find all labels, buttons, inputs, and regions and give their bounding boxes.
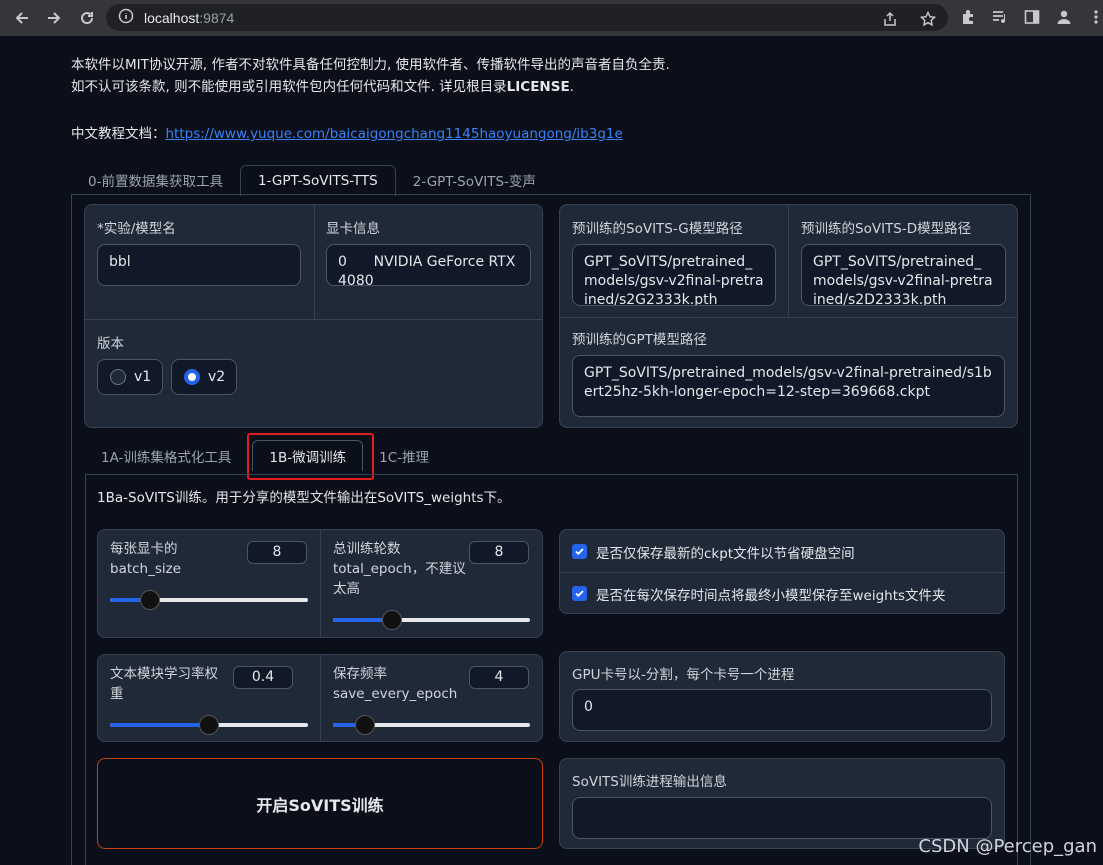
back-icon[interactable] xyxy=(11,7,33,29)
pretrained-d-input[interactable]: GPT_SoVITS/pretrained_models/gsv-v2final… xyxy=(801,244,1006,306)
gpu-ids-box: GPU卡号以-分割，每个卡号一个进程 0 xyxy=(559,651,1005,742)
pretrained-gpt-input[interactable]: GPT_SoVITS/pretrained_models/gsv-v2final… xyxy=(572,355,1005,417)
browser-toolbar: localhost:9874 xyxy=(0,0,1103,36)
side-panel-icon[interactable] xyxy=(1022,7,1042,27)
slider-thumb[interactable] xyxy=(355,715,375,735)
version-label: 版本 xyxy=(97,336,124,352)
reload-icon[interactable] xyxy=(76,7,98,29)
tab-dataset-tools[interactable]: 0-前置数据集获取工具 xyxy=(71,164,240,195)
version-v2-label: v2 xyxy=(208,369,226,385)
gpu-info-label: 显卡信息 xyxy=(326,221,380,237)
radio-circle-icon xyxy=(110,369,126,385)
gpu-ids-label: GPU卡号以-分割，每个卡号一个进程 xyxy=(572,667,795,683)
exp-name-input[interactable]: bbl xyxy=(97,244,301,286)
info-icon[interactable] xyxy=(118,8,134,28)
menu-kebab-icon[interactable] xyxy=(1086,7,1103,27)
save-options-box: 是否仅保存最新的ckpt文件以节省硬盘空间 是否在每次保存时间点将最终小模型保存… xyxy=(559,529,1005,614)
doc-line: 中文教程文档：https://www.yuque.com/baicaigongc… xyxy=(71,122,623,142)
license-line-1: 本软件以MIT协议开源, 作者不对软件具备任何控制力, 使用软件者、传播软件导出… xyxy=(71,57,670,73)
doc-label: 中文教程文档： xyxy=(71,126,166,142)
text-lr-weight-label: 文本模块学习率权 重 xyxy=(110,666,218,702)
tab-dataset-formatting[interactable]: 1A-训练集格式化工具 xyxy=(85,440,247,471)
page-content: 本软件以MIT协议开源, 作者不对软件具备任何控制力, 使用软件者、传播软件导出… xyxy=(0,36,1103,865)
exp-name-label: *实验/模型名 xyxy=(97,221,176,237)
total-epoch-slider[interactable] xyxy=(333,610,530,630)
save-weights-label[interactable]: 是否在每次保存时间点将最终小模型保存至weights文件夹 xyxy=(596,584,946,604)
license-bold: LICENSE xyxy=(506,79,570,95)
bookmark-star-icon[interactable] xyxy=(918,9,938,29)
pretrained-gpt-label: 预训练的GPT模型路径 xyxy=(572,332,707,348)
radio-checked-icon xyxy=(184,369,200,385)
license-line-2-suffix: . xyxy=(569,79,574,95)
media-queue-icon[interactable] xyxy=(990,7,1010,27)
version-v1-label: v1 xyxy=(134,369,152,385)
sovits-output-textbox[interactable] xyxy=(572,797,992,839)
profile-icon[interactable] xyxy=(1054,7,1074,27)
total-epoch-label: 总训练轮数 total_epoch，不建议 太高 xyxy=(333,541,466,597)
main-tabs: 0-前置数据集获取工具 1-GPT-SoVITS-TTS 2-GPT-SoVIT… xyxy=(71,164,553,196)
slider-thumb[interactable] xyxy=(382,610,402,630)
highlight-annotation xyxy=(247,433,374,480)
url-host: localhost xyxy=(144,9,200,26)
experiment-config-box: *实验/模型名 bbl 显卡信息 0 NVIDIA GeForce RTX 40… xyxy=(84,204,543,428)
tab-gpt-sovits-tts[interactable]: 1-GPT-SoVITS-TTS xyxy=(239,165,396,196)
slider-thumb[interactable] xyxy=(199,715,219,735)
text-lr-weight-slider[interactable] xyxy=(110,715,308,735)
slider-thumb[interactable] xyxy=(140,590,160,610)
pretrained-g-input[interactable]: GPT_SoVITS/pretrained_models/gsv-v2final… xyxy=(572,244,776,306)
version-radio-v1[interactable]: v1 xyxy=(97,359,163,395)
pretrained-d-label: 预训练的SoVITS-D模型路径 xyxy=(801,221,972,237)
license-line-2: 如不认可该条款, 则不能使用或引用软件包内任何代码和文件. 详见根目录LICEN… xyxy=(71,76,670,98)
total-epoch-input[interactable]: 8 xyxy=(469,541,529,564)
forward-icon[interactable] xyxy=(43,7,65,29)
checkmark-icon xyxy=(575,590,584,598)
batch-size-input[interactable]: 8 xyxy=(247,541,307,564)
save-latest-only-label[interactable]: 是否仅保存最新的ckpt文件以节省硬盘空间 xyxy=(596,542,855,562)
batch-size-slider[interactable] xyxy=(110,590,308,610)
extensions-icon[interactable] xyxy=(958,7,978,27)
share-icon[interactable] xyxy=(880,9,900,29)
address-bar[interactable]: localhost:9874 xyxy=(106,4,948,31)
sovits-description: 1Ba-SoVITS训练。用于分享的模型文件输出在SoVITS_weights下… xyxy=(97,490,511,506)
license-line-2-text: 如不认可该条款, 则不能使用或引用软件包内任何代码和文件. 详见根目录 xyxy=(71,79,507,95)
checkmark-icon xyxy=(575,548,584,556)
version-radio-v2[interactable]: v2 xyxy=(171,359,237,395)
gpu-ids-input[interactable]: 0 xyxy=(572,689,992,731)
watermark: CSDN @Percep_gan xyxy=(918,836,1097,857)
save-every-epoch-slider[interactable] xyxy=(333,715,530,735)
gpu-info-textbox[interactable]: 0 NVIDIA GeForce RTX 4080 xyxy=(326,244,531,286)
batch-epoch-box: 每张显卡的 batch_size 8 总训练轮数 total_epoch，不建议… xyxy=(97,529,543,638)
url-text: localhost:9874 xyxy=(144,10,234,26)
lr-savefreq-box: 文本模块学习率权 重 0.4 保存频率 save_every_epoch 4 xyxy=(97,654,543,742)
tab-voice-changer[interactable]: 2-GPT-SoVITS-变声 xyxy=(396,164,553,195)
url-port: :9874 xyxy=(199,9,235,26)
tab-inference[interactable]: 1C-推理 xyxy=(363,440,445,471)
start-sovits-training-button[interactable]: 开启SoVITS训练 xyxy=(97,758,543,849)
save-every-epoch-label: 保存频率 save_every_epoch xyxy=(333,666,458,702)
save-every-epoch-input[interactable]: 4 xyxy=(469,666,529,689)
text-lr-weight-input[interactable]: 0.4 xyxy=(233,666,293,689)
save-latest-only-checkbox[interactable] xyxy=(572,544,587,559)
sovits-output-label: SoVITS训练进程输出信息 xyxy=(572,774,727,790)
save-weights-checkbox[interactable] xyxy=(572,586,587,601)
pretrained-paths-box: 预训练的SoVITS-G模型路径 GPT_SoVITS/pretrained_m… xyxy=(559,204,1018,428)
pretrained-g-label: 预训练的SoVITS-G模型路径 xyxy=(572,221,743,237)
doc-link[interactable]: https://www.yuque.com/baicaigongchang114… xyxy=(166,126,623,142)
license-notice: 本软件以MIT协议开源, 作者不对软件具备任何控制力, 使用软件者、传播软件导出… xyxy=(71,54,670,98)
batch-size-label: 每张显卡的 batch_size xyxy=(110,541,182,577)
